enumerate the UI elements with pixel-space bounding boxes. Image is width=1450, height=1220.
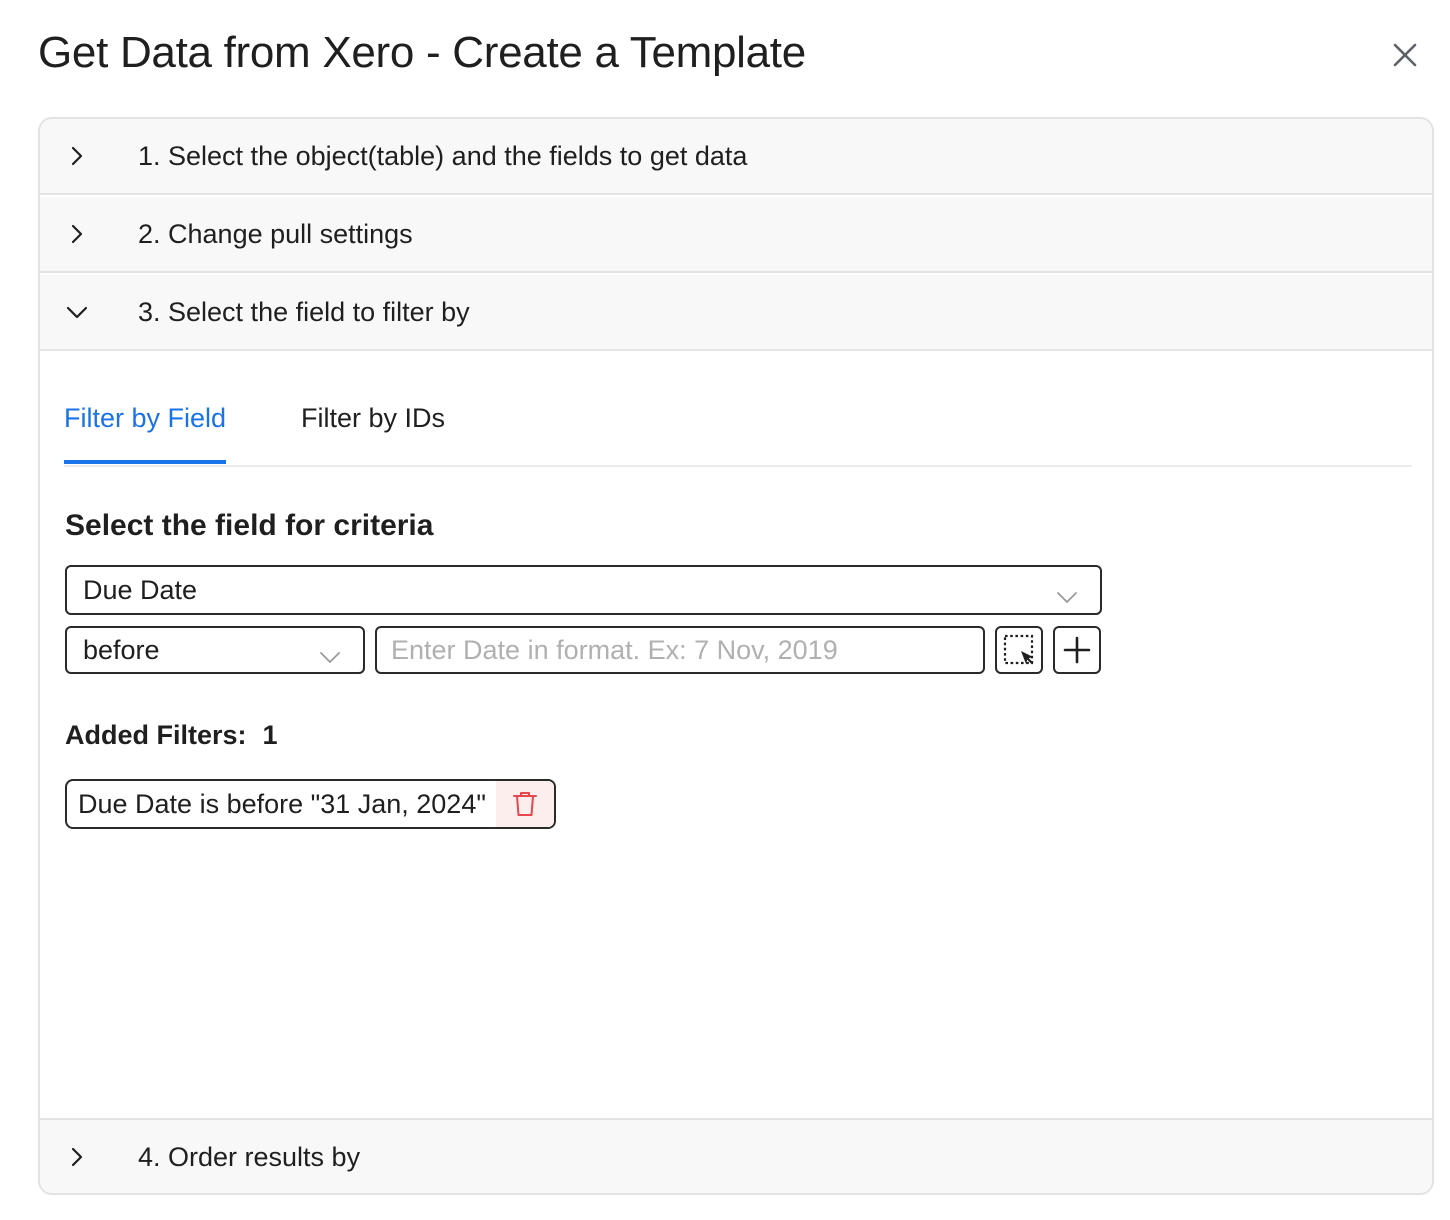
close-button[interactable] — [1388, 38, 1422, 72]
date-input[interactable] — [375, 626, 985, 674]
add-filter-button[interactable] — [1053, 626, 1101, 674]
added-filters-count: 1 — [262, 720, 278, 750]
accordion-header-select-object[interactable]: 1. Select the object(table) and the fiel… — [40, 119, 1432, 195]
added-filters-label: Added Filters: — [65, 720, 247, 750]
criteria-section-title: Select the field for criteria — [65, 509, 434, 542]
accordion-header-label: 4. Order results by — [138, 1141, 361, 1172]
steps-accordion: 1. Select the object(table) and the fiel… — [38, 117, 1434, 1195]
get-data-dialog: Get Data from Xero - Create a Template 1… — [0, 0, 1450, 1220]
accordion-header-pull-settings[interactable]: 2. Change pull settings — [40, 197, 1432, 273]
operator-select-value: before — [83, 634, 160, 665]
select-range-button[interactable] — [995, 626, 1043, 674]
accordion-header-label: 2. Change pull settings — [138, 218, 413, 249]
accordion-header-filter-field[interactable]: 3. Select the field to filter by — [40, 275, 1432, 351]
filter-panel: Filter by Field Filter by IDs Select the… — [40, 351, 1432, 1118]
field-select[interactable]: Due Date — [65, 565, 1102, 615]
chevron-down-icon — [319, 641, 341, 672]
tab-filter-by-ids[interactable]: Filter by IDs — [301, 403, 445, 460]
close-icon — [1393, 43, 1417, 67]
accordion-header-order-results[interactable]: 4. Order results by — [40, 1118, 1432, 1193]
operator-select[interactable]: before — [65, 626, 365, 674]
chevron-down-icon — [66, 301, 88, 323]
tab-filter-by-field[interactable]: Filter by Field — [64, 403, 227, 464]
plus-icon — [1063, 636, 1091, 664]
chevron-right-icon — [66, 145, 88, 167]
filter-tabs: Filter by Field Filter by IDs — [64, 351, 1412, 467]
select-range-icon — [1003, 634, 1034, 665]
delete-filter-button[interactable] — [495, 781, 554, 827]
accordion-header-label: 3. Select the field to filter by — [138, 296, 470, 327]
chevron-right-icon — [66, 223, 88, 245]
filter-chip-text: Due Date is before "31 Jan, 2024" — [78, 788, 486, 819]
dialog-title: Get Data from Xero - Create a Template — [38, 28, 806, 77]
accordion-header-label: 1. Select the object(table) and the fiel… — [138, 140, 748, 171]
chevron-right-icon — [66, 1146, 88, 1168]
filter-chip: Due Date is before "31 Jan, 2024" — [65, 779, 556, 829]
added-filters-summary: Added Filters: 1 — [65, 720, 278, 751]
chevron-down-icon — [1056, 581, 1078, 612]
field-select-value: Due Date — [83, 574, 198, 605]
trash-icon — [512, 792, 537, 816]
